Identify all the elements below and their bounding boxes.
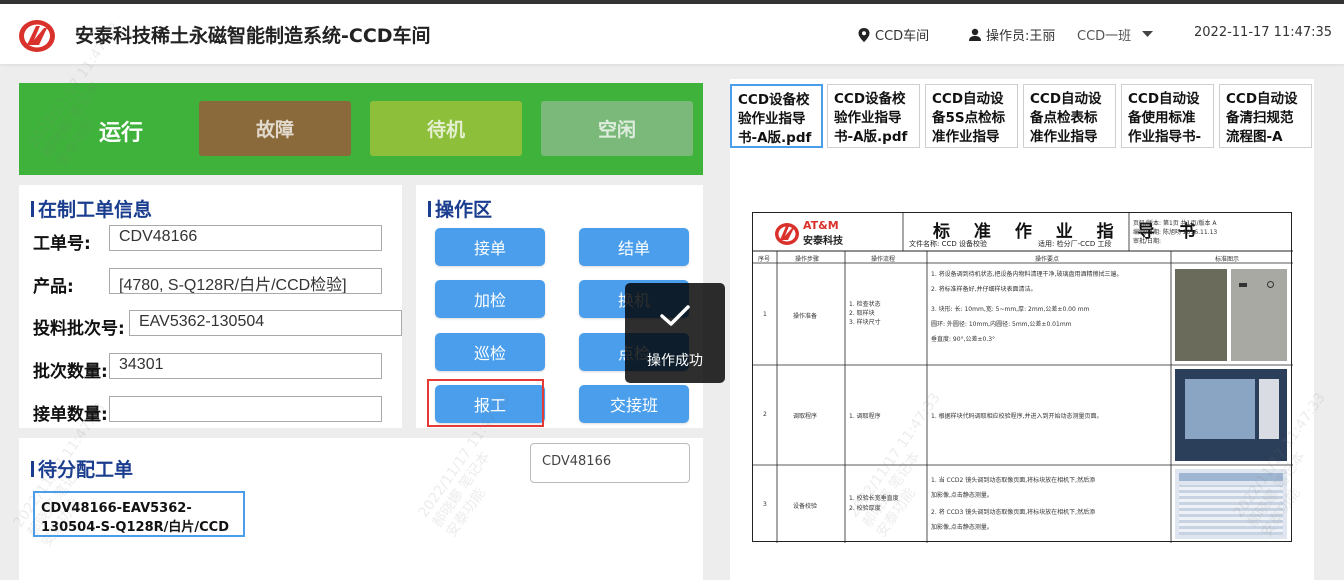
batch-number-label: 投料批次号: [33,319,125,339]
status-idle-button[interactable]: 空闲 [541,101,693,156]
row1-point-4: 圆环: 外圆径: 10mm,内圆径: 5mm,公差±0.01mm [931,321,1072,328]
col-header-figure: 标准图示 [1215,256,1240,263]
pending-title: 待分配工单 [31,455,133,482]
wip-title: 在制工单信息 [31,195,152,222]
patrol-inspection-button[interactable]: 巡检 [435,333,545,371]
toast-text: 操作成功 [647,353,703,369]
location-pin-icon [858,27,870,42]
work-instruction-sheet: AT&M 安泰科技 标 准 作 业 指 导 书 文件名称: CCD 设备校验 适… [752,212,1293,543]
col-header-flow: 操作流程 [871,256,896,263]
status-fault-button[interactable]: 故障 [199,101,351,156]
operator-text: 操作员:王丽 [986,29,1056,44]
shift-select[interactable]: CCD一班 [1077,25,1154,44]
row1-point-3: 3. 块形: 长: 10mm,宽: 5~mm,厚: 2mm,公差±0.00 mm [931,306,1090,313]
col-header-no: 序号 [758,256,771,263]
order-number-field[interactable]: CDV48166 [109,225,382,251]
row2-point-1: 1. 根据样块代码调取相应校验程序,并进入到开始动态测量页面。 [931,413,1103,420]
doc-tab-cleaning[interactable]: CCD自动设备清扫规范流程图-A [1219,84,1312,148]
product-label: 产品: [33,277,74,297]
batch-quantity-label: 批次数量: [33,362,108,382]
pending-search-input[interactable]: CDV48166 [530,443,690,483]
row3-point-3: 2. 将 CCD3 镜头调到动态取像页面,将标块放在相机下,然后添 [931,509,1096,516]
location-text: CCD车间 [875,29,930,44]
close-order-button[interactable]: 结单 [579,228,689,266]
doc-tab-5s-check[interactable]: CCD自动设备5S点检标准作业指导书 [925,84,1018,148]
wip-order-card: 在制工单信息 工单号: CDV48166 产品: [4780, S-Q128R/… [19,185,402,428]
doc-tab-calibration[interactable]: CCD设备校验作业指导书-A版.pdf [730,84,823,148]
chevron-down-icon [1142,31,1154,37]
user-icon [969,28,981,41]
location-indicator: CCD车间 [858,25,929,44]
accepted-quantity-field[interactable] [109,396,382,422]
row2-step: 调取程序 [793,413,818,420]
row3-no: 3 [763,501,767,508]
company-logo-icon [19,20,55,52]
row1-no: 1 [763,311,767,318]
doc-tab-usage[interactable]: CCD自动设备使用标准作业指导书- [1121,84,1214,148]
row1-flow-2: 2. 取样块 [849,310,875,317]
doc-tab-calibration-2[interactable]: CCD设备校验作业指导书-A版.pdf [827,84,920,148]
app-title: 安泰科技稀土永磁智能制造系统-CCD车间 [75,25,431,47]
success-toast: 操作成功 [625,283,725,383]
batch-quantity-field[interactable]: 34301 [109,353,382,379]
machine-status-panel: 运行 故障 待机 空闲 [19,83,703,175]
status-standby-button[interactable]: 待机 [370,101,522,156]
row2-no: 2 [763,411,767,418]
row3-point-1: 1. 当 CCD2 镜头调到动态取像页面,将标块放在相机下,然后添 [931,477,1096,484]
row1-point-1: 1. 将设备调到待机状态,把设备内物料清理干净,玻璃盘用酒精擦拭三遍。 [931,271,1123,278]
accept-order-button[interactable]: 接单 [435,228,545,266]
row3-point-2: 加影像,点击静态测量。 [931,492,993,499]
shift-text: CCD一班 [1077,29,1132,44]
row3-point-4: 加影像,点击静态测量。 [931,524,993,531]
operator-indicator: 操作员:王丽 [969,25,1055,44]
col-header-points: 操作要点 [1035,256,1060,263]
status-running-label: 运行 [99,121,144,146]
shift-handover-button[interactable]: 交接班 [579,385,689,423]
order-number-label: 工单号: [33,234,91,254]
pending-order-item[interactable]: CDV48166-EAV5362-130504-S-Q128R/白片/CCD检验 [33,491,245,537]
app-header: 安泰科技稀土永磁智能制造系统-CCD车间 CCD车间 操作员:王丽 CCD一班 … [0,4,1344,64]
row1-photo-machine [1175,269,1227,361]
row1-photo-sample [1231,269,1287,361]
row2-flow-1: 1. 调取程序 [849,413,881,420]
datetime: 2022-11-17 11:47:35 [1194,25,1333,40]
report-work-highlight [427,379,544,427]
row1-point-2: 2. 将标准样备好,并仔细样块表面清洁。 [931,286,1037,293]
row3-flow-1: 1. 校验长宽垂直度 [849,495,899,502]
doc-tab-check-sheet[interactable]: CCD自动设备点检表标准作业指导书 [1023,84,1116,148]
row2-screen-photo [1175,369,1287,461]
row1-point-5: 垂直度: 90°,公差±0.3° [931,336,996,343]
accepted-quantity-label: 接单数量: [33,405,108,425]
ops-title: 操作区 [428,195,492,222]
col-header-step: 操作步骤 [795,256,820,263]
row3-screen-photo [1175,469,1287,539]
batch-number-field[interactable]: EAV5362-130504 [129,310,402,336]
row3-flow-2: 2. 校验厚度 [849,505,881,512]
row3-step: 设备校验 [793,503,818,510]
row1-flow-3: 3. 样块尺寸 [849,319,881,326]
add-inspection-button[interactable]: 加检 [435,280,545,318]
row1-flow-1: 1. 检查状态 [849,301,881,308]
product-field[interactable]: [4780, S-Q128R/白片/CCD检验] [109,268,382,294]
row1-step: 操作准备 [793,313,818,320]
checkmark-icon [660,305,690,326]
